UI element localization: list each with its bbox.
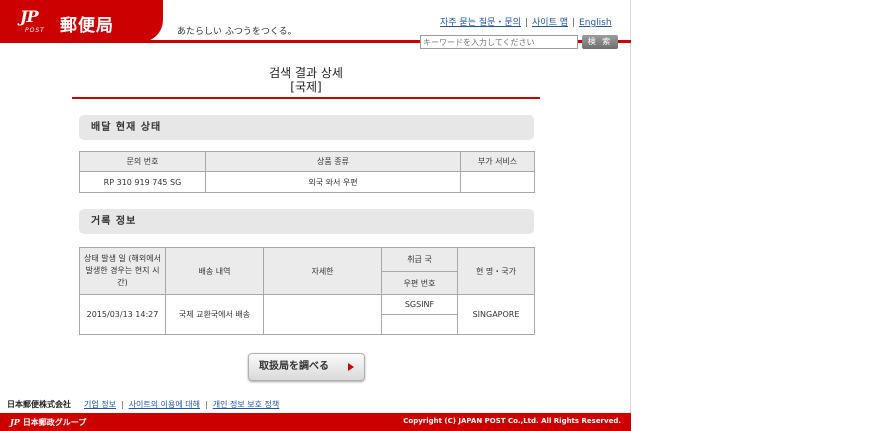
- link-separator: |: [205, 400, 208, 409]
- faq-link[interactable]: 자주 묻는 질문・문의: [440, 18, 521, 28]
- status-cell: 국제 교환국에서 배송: [165, 294, 264, 335]
- column-header-item-type: 상품 종류: [205, 151, 461, 172]
- header-links: 자주 묻는 질문・문의 | 사이트 맵 | English: [440, 15, 612, 28]
- link-separator: |: [120, 400, 124, 409]
- japan-post-group-link[interactable]: JP 日本郵政グループ: [10, 417, 86, 428]
- column-header-status: 배송 내역: [165, 247, 264, 295]
- region-cell: SINGAPORE: [457, 294, 535, 335]
- page-title-sub: [국제]: [290, 80, 322, 94]
- page: JP POST 郵便局 あたらしい ふつうをつくる。 자주 묻는 질문・문의 | 사…: [0, 0, 631, 431]
- office-cell: SGSINF: [381, 294, 458, 315]
- copyright: Copyright (C) JAPAN POST Co.,Ltd. All Ri…: [403, 417, 621, 425]
- column-header-region: 현 명・국가: [457, 247, 535, 295]
- additional-service-cell: [460, 171, 535, 193]
- column-header-datetime: 상태 발생 일 (해외에서 발생한 경우는 현지 시간): [79, 247, 166, 295]
- postal-code-cell: [381, 314, 458, 335]
- column-header-detail: 자세한: [263, 247, 382, 295]
- table-row: RP 310 919 745 SG 외국 와서 우편: [79, 171, 535, 193]
- item-type-cell: 외국 와서 우편: [205, 171, 461, 193]
- search-button[interactable]: 検 索: [582, 35, 618, 49]
- site-usage-link[interactable]: 사이트의 이용에 대해: [129, 400, 200, 409]
- column-header-additional-service: 부가 서비스: [460, 151, 535, 172]
- search-input[interactable]: [420, 35, 578, 49]
- footer-company-name: 日本郵便株式会社: [7, 400, 71, 409]
- column-header-postal-code: 우편 번호: [381, 271, 458, 295]
- tagline: あたらしい ふつうをつくる。: [177, 27, 297, 37]
- link-separator: |: [524, 18, 529, 28]
- page-title: 검색 결과 상세 [국제]: [72, 66, 540, 94]
- jp-post-logo-icon: JP: [20, 7, 39, 26]
- group-name: 日本郵政グループ: [22, 418, 87, 427]
- english-link[interactable]: English: [579, 18, 612, 28]
- tracking-number-cell: RP 310 919 745 SG: [79, 171, 206, 193]
- logo-name: 郵便局: [60, 16, 114, 36]
- delivery-status-table: 문의 번호 상품 종류 부가 서비스 RP 310 919 745 SG 외국 …: [79, 151, 535, 193]
- footer-links: 기업 정보 | 사이트의 이용에 대해 | 개인 정보 보호 정책: [84, 399, 279, 410]
- link-separator: |: [572, 18, 576, 28]
- corporate-info-link[interactable]: 기업 정보: [84, 400, 116, 409]
- footer-bar: JP 日本郵政グループ Copyright (C) JAPAN POST Co.,…: [0, 413, 631, 431]
- logo-post-text: POST: [25, 27, 45, 34]
- arrow-right-icon: [348, 363, 354, 371]
- privacy-policy-link[interactable]: 개인 정보 보호 정책: [213, 400, 280, 409]
- table-row: 2015/03/13 14:27 국제 교환국에서 배송 SGSINF SING…: [79, 294, 535, 335]
- sitemap-link[interactable]: 사이트 맵: [532, 18, 568, 28]
- history-table: 상태 발생 일 (해외에서 발생한 경우는 현지 시간) 배송 내역 자세한 취…: [79, 247, 535, 335]
- delivery-status-heading: 배달 현재 상태: [79, 115, 534, 140]
- page-title-main: 검색 결과 상세: [269, 66, 343, 80]
- datetime-cell: 2015/03/13 14:27: [79, 294, 166, 335]
- column-header-office: 취급 국: [381, 247, 458, 272]
- detail-cell: [263, 294, 382, 335]
- find-handling-office-button[interactable]: 取扱局を調べる: [248, 353, 365, 381]
- japan-post-logo[interactable]: JP POST 郵便局: [0, 0, 163, 42]
- column-header-tracking-number: 문의 번호: [79, 151, 206, 172]
- find-handling-office-label: 取扱局を調べる: [259, 361, 329, 372]
- jp-mini-logo-icon: JP: [10, 417, 20, 427]
- history-heading: 거록 정보: [79, 209, 534, 234]
- title-underline: [72, 97, 540, 99]
